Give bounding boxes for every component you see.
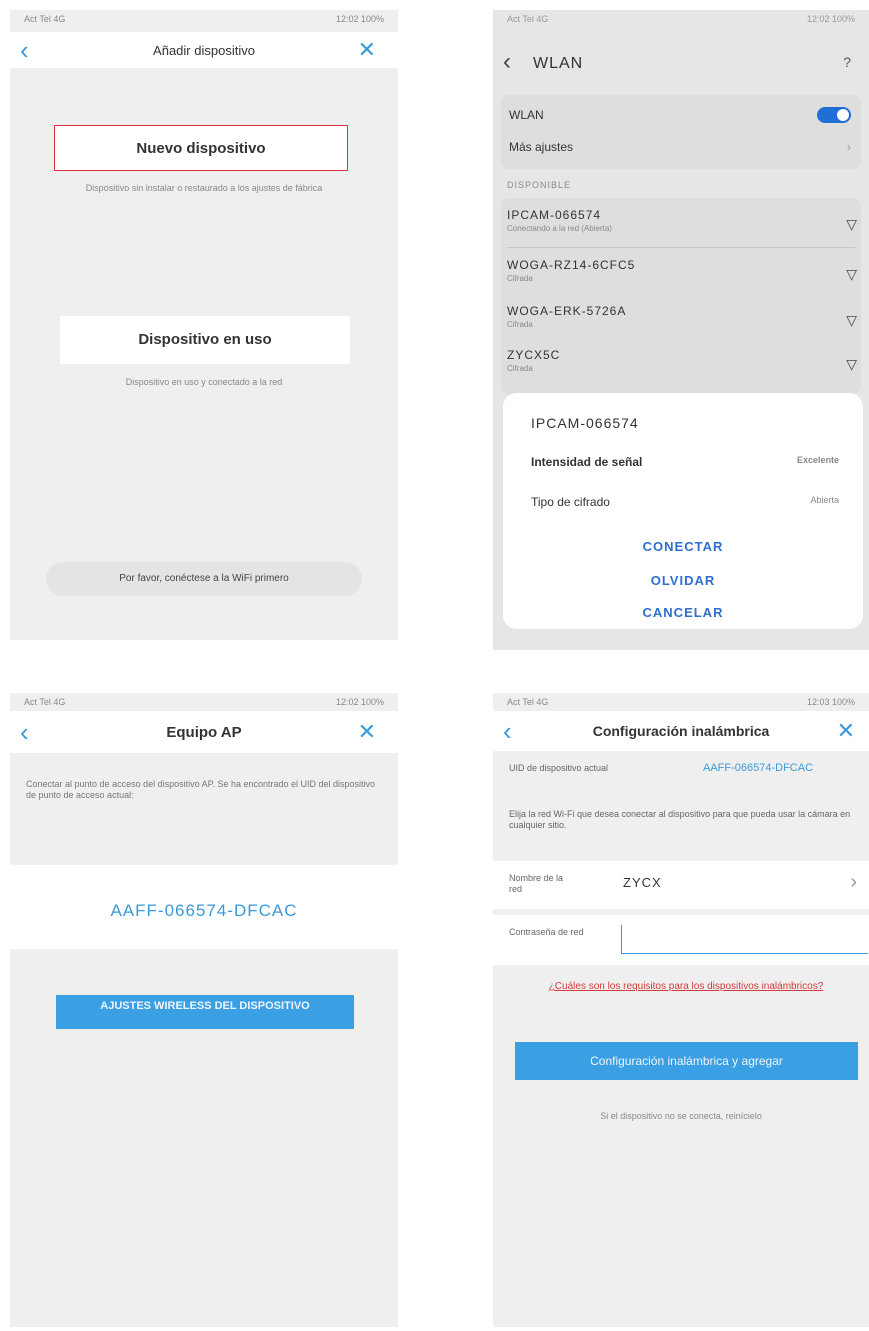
back-icon[interactable]: ‹ <box>503 711 512 751</box>
status-bar: Act Tel 4G 12:02 100% <box>493 10 869 28</box>
network-status: Cifrada <box>507 274 533 283</box>
encryption-label: Tipo de cifrado <box>531 495 610 509</box>
signal-strength-value: Excelente <box>796 455 839 465</box>
connect-wifi-first-button[interactable]: Por favor, conéctese a la WiFi primero <box>46 562 362 596</box>
network-name-label: Nombre de la red <box>509 873 564 894</box>
more-settings-label: Más ajustes <box>509 140 574 154</box>
close-icon[interactable]: ✕ <box>358 32 376 68</box>
back-icon[interactable]: ‹ <box>20 32 29 68</box>
configure-and-add-button[interactable]: Configuración inalámbrica y agregar <box>515 1042 858 1080</box>
device-uid: AAFF-066574-DFCAC <box>110 901 298 920</box>
wireless-config-screen: Act Tel 4G 12:03 100% ‹ Configuración in… <box>493 693 869 1327</box>
sheet-network-name: IPCAM-066574 <box>531 415 639 431</box>
wifi-icon: ▽ <box>846 216 857 232</box>
new-device-button[interactable]: Nuevo dispositivo <box>54 125 348 171</box>
page-title: Añadir dispositivo <box>153 42 255 58</box>
back-icon[interactable]: ‹ <box>20 711 29 753</box>
reset-hint: Si el dispositivo no se conecta, reiníci… <box>600 1111 762 1121</box>
cancel-button[interactable]: CANCELAR <box>503 605 863 620</box>
wlan-settings-screen: Act Tel 4G 12:02 100% ‹ WLAN ? WLAN Más … <box>493 10 869 650</box>
forget-button[interactable]: OLVIDAR <box>503 573 863 588</box>
status-time: 12:02 100% <box>806 14 855 24</box>
network-name: WOGA-RZ14-6CFC5 <box>507 258 636 272</box>
new-device-description: Dispositivo sin instalar o restaurado a … <box>85 183 323 193</box>
status-carrier: Act Tel 4G <box>24 697 66 707</box>
password-row: Contraseña de red <box>493 915 869 965</box>
status-time: 12:02 100% <box>335 14 384 24</box>
nav-bar: ‹ Configuración inalámbrica ✕ <box>493 711 869 751</box>
network-status: Cifrada <box>507 364 533 373</box>
password-input[interactable] <box>621 925 868 954</box>
status-bar: Act Tel 4G 12:03 100% <box>493 693 869 711</box>
help-icon[interactable]: ? <box>843 54 851 70</box>
wlan-label: WLAN <box>509 108 544 122</box>
page-title: WLAN <box>533 55 584 72</box>
in-use-device-description: Dispositivo en uso y conectado a la red <box>125 377 283 387</box>
divider <box>507 247 855 248</box>
network-item[interactable]: ZYCX5C Cifrada ▽ <box>501 348 861 373</box>
network-item[interactable]: WOGA-RZ14-6CFC5 Cifrada ▽ <box>501 258 861 283</box>
add-device-screen: Act Tel 4G 12:02 100% ‹ Añadir dispositi… <box>10 10 398 640</box>
status-carrier: Act Tel 4G <box>507 697 549 707</box>
ap-device-screen: Act Tel 4G 12:02 100% ‹ Equipo AP ✕ Cone… <box>10 693 398 1327</box>
connect-button[interactable]: CONECTAR <box>503 539 863 554</box>
available-networks-header: DISPONIBLE <box>507 180 572 190</box>
close-icon[interactable]: ✕ <box>358 711 376 753</box>
network-name-value: ZYCX <box>623 875 662 890</box>
network-item[interactable]: IPCAM-066574 Conectando a la red (Abiert… <box>501 208 861 233</box>
status-carrier: Act Tel 4G <box>507 14 549 24</box>
wifi-lock-icon: ▽ <box>846 266 857 282</box>
signal-strength-row: Intensidad de señal Excelente <box>531 455 839 469</box>
wifi-choose-note: Elija la red Wi-Fi que desea conectar al… <box>509 809 851 830</box>
signal-strength-label: Intensidad de señal <box>531 455 643 469</box>
status-carrier: Act Tel 4G <box>24 14 66 24</box>
network-name: WOGA-ERK-5726A <box>507 304 627 318</box>
page-title: Configuración inalámbrica <box>592 723 770 739</box>
nav-bar: ‹ Añadir dispositivo ✕ <box>10 32 398 68</box>
back-icon[interactable]: ‹ <box>503 48 511 76</box>
requirements-link[interactable]: ¿Cuáles son los requisitos para los disp… <box>513 981 859 993</box>
network-name-row[interactable]: Nombre de la red ZYCX › <box>493 861 869 909</box>
status-time: 12:02 100% <box>335 697 384 707</box>
requirements-link-text[interactable]: ¿Cuáles son los requisitos para los disp… <box>549 981 824 992</box>
uid-value: AAFF-066574-DFCAC <box>703 762 814 774</box>
network-name: IPCAM-066574 <box>507 208 602 222</box>
more-settings-row[interactable]: Más ajustes › <box>501 134 861 160</box>
close-icon[interactable]: ✕ <box>837 711 855 751</box>
wlan-toggle[interactable] <box>817 107 851 123</box>
status-bar: Act Tel 4G 12:02 100% <box>10 693 398 711</box>
network-item[interactable]: WOGA-ERK-5726A Cifrada ▽ <box>501 304 861 329</box>
wifi-lock-icon: ▽ <box>846 312 857 328</box>
network-name: ZYCX5C <box>507 348 561 362</box>
encryption-value: Abierta <box>810 495 839 505</box>
ap-info-note: Conectar al punto de acceso del disposit… <box>26 779 376 800</box>
network-status: Conectando a la red (Abierta) <box>507 224 612 233</box>
device-wireless-settings-button[interactable]: AJUSTES WIRELESS DEL DISPOSITIVO <box>56 995 354 1029</box>
wifi-lock-icon: ▽ <box>846 356 857 372</box>
chevron-right-icon: › <box>847 140 851 154</box>
password-label: Contraseña de red <box>509 927 584 937</box>
chevron-right-icon: › <box>850 871 857 893</box>
page-title: Equipo AP <box>166 723 242 741</box>
status-bar: Act Tel 4G 12:02 100% <box>10 10 398 28</box>
uid-label: UID de dispositivo actual <box>509 763 609 773</box>
in-use-device-button[interactable]: Dispositivo en uso <box>60 316 350 364</box>
uid-card: AAFF-066574-DFCAC <box>10 865 398 949</box>
network-status: Cifrada <box>507 320 533 329</box>
encryption-row: Tipo de cifrado Abierta <box>531 495 839 509</box>
status-time: 12:03 100% <box>806 697 855 707</box>
network-action-sheet: IPCAM-066574 Intensidad de señal Excelen… <box>503 393 863 629</box>
wlan-toggle-row[interactable]: WLAN <box>501 102 861 128</box>
nav-bar: ‹ Equipo AP ✕ <box>10 711 398 753</box>
